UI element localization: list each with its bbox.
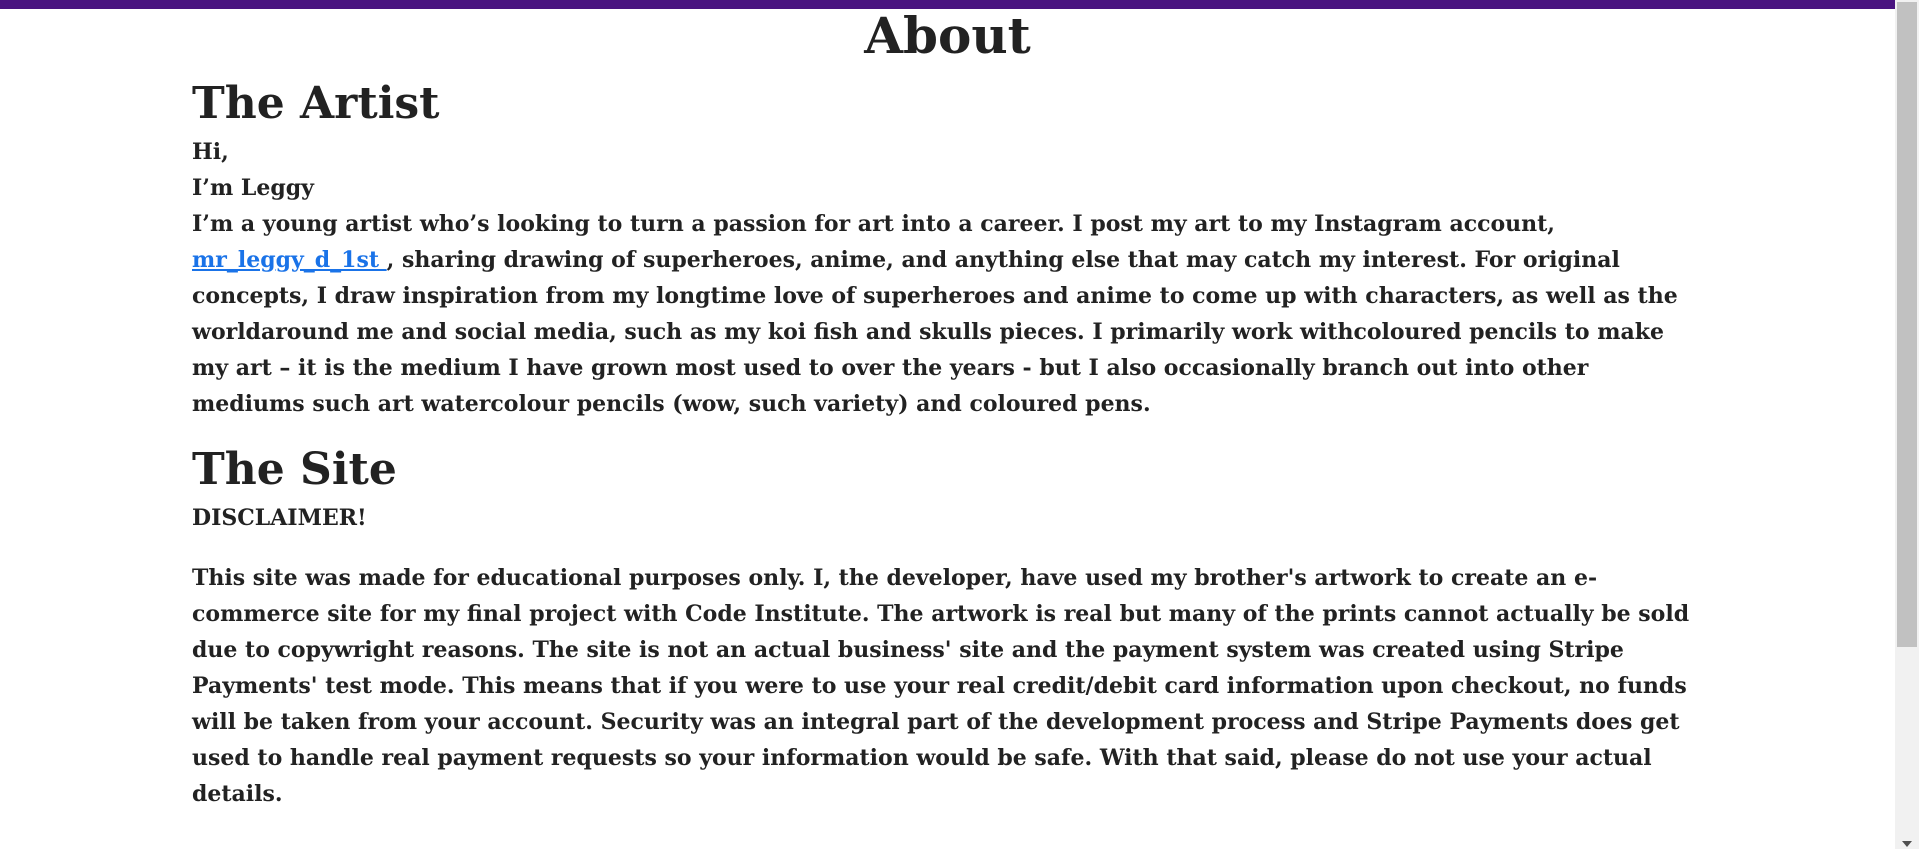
scrollbar-thumb[interactable] bbox=[1897, 2, 1917, 647]
page-title: About bbox=[864, 6, 1031, 65]
instagram-link[interactable]: mr_leggy_d_1st bbox=[192, 247, 387, 273]
chevron-down-icon[interactable] bbox=[1902, 841, 1912, 847]
bio-start: I’m a young artist who’s looking to turn… bbox=[192, 211, 1555, 237]
disclaimer-title: DISCLAIMER! bbox=[192, 505, 367, 531]
greeting-text: Hi, bbox=[192, 139, 229, 165]
scrollbar[interactable] bbox=[1895, 0, 1919, 849]
artist-bio: I’m a young artist who’s looking to turn… bbox=[192, 206, 1702, 422]
bio-end: , sharing drawing of superheroes, anime,… bbox=[192, 247, 1678, 417]
about-content: The Artist Hi, I’m Leggy I’m a young art… bbox=[192, 74, 1702, 812]
artist-heading: The Artist bbox=[192, 78, 440, 129]
disclaimer-text: This site was made for educational purpo… bbox=[192, 565, 1690, 807]
site-heading: The Site bbox=[192, 444, 397, 495]
intro-text: I’m Leggy bbox=[192, 175, 314, 201]
